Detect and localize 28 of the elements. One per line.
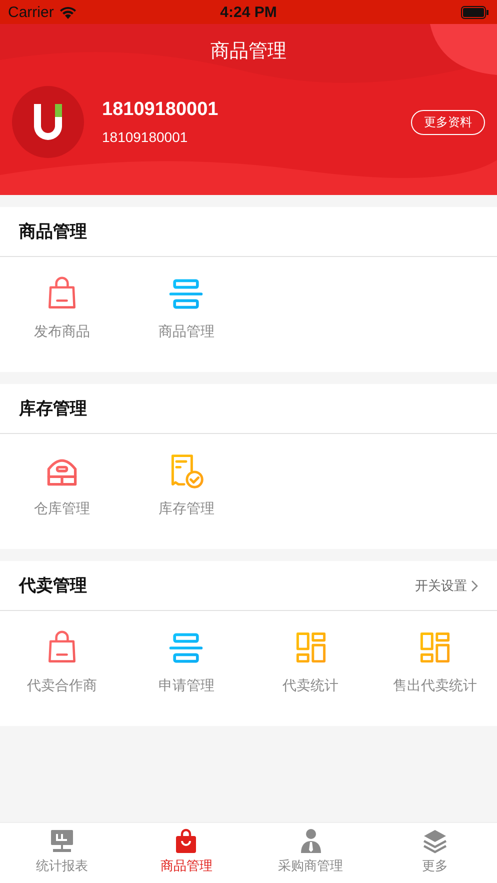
tab[interactable]: 更多 xyxy=(372,823,497,883)
account-number: 18109180001 xyxy=(102,129,189,145)
section-title: 代卖管理 xyxy=(19,575,87,597)
billboard-icon xyxy=(49,828,76,854)
wifi-icon xyxy=(58,6,77,18)
menu-item-label[interactable]: 申请管理 xyxy=(158,677,214,695)
tab[interactable]: 统计报表 xyxy=(0,823,124,883)
logo-avatar xyxy=(12,86,84,158)
tab[interactable]: 采购商管理 xyxy=(248,823,373,883)
user-name: 18109180001 xyxy=(102,99,220,121)
layers-icon xyxy=(422,828,448,854)
clock-time: 4:24 PM xyxy=(220,4,277,20)
menu-item-label[interactable]: 发布商品 xyxy=(34,323,90,341)
menu-item-label[interactable]: 售出代卖统计 xyxy=(392,677,477,695)
menu-item-label[interactable]: 库存管理 xyxy=(158,500,214,518)
more-info-button[interactable]: 更多资料 xyxy=(411,110,485,134)
menu-item-label[interactable]: 商品管理 xyxy=(158,323,214,341)
settings-link[interactable]: 开关设置 xyxy=(415,576,478,594)
carrier-label: Carrier xyxy=(8,4,54,20)
section-title: 库存管理 xyxy=(19,398,87,420)
section-title: 商品管理 xyxy=(19,221,87,243)
battery-icon xyxy=(461,6,490,18)
tab[interactable]: 商品管理 xyxy=(124,823,248,883)
menu-item-label[interactable]: 代卖合作商 xyxy=(27,677,98,695)
menu-item-label[interactable]: 代卖统计 xyxy=(282,677,339,695)
menu-item-label[interactable]: 仓库管理 xyxy=(34,500,90,518)
page-title: 商品管理 xyxy=(210,39,288,64)
chevron-icon xyxy=(471,580,478,592)
